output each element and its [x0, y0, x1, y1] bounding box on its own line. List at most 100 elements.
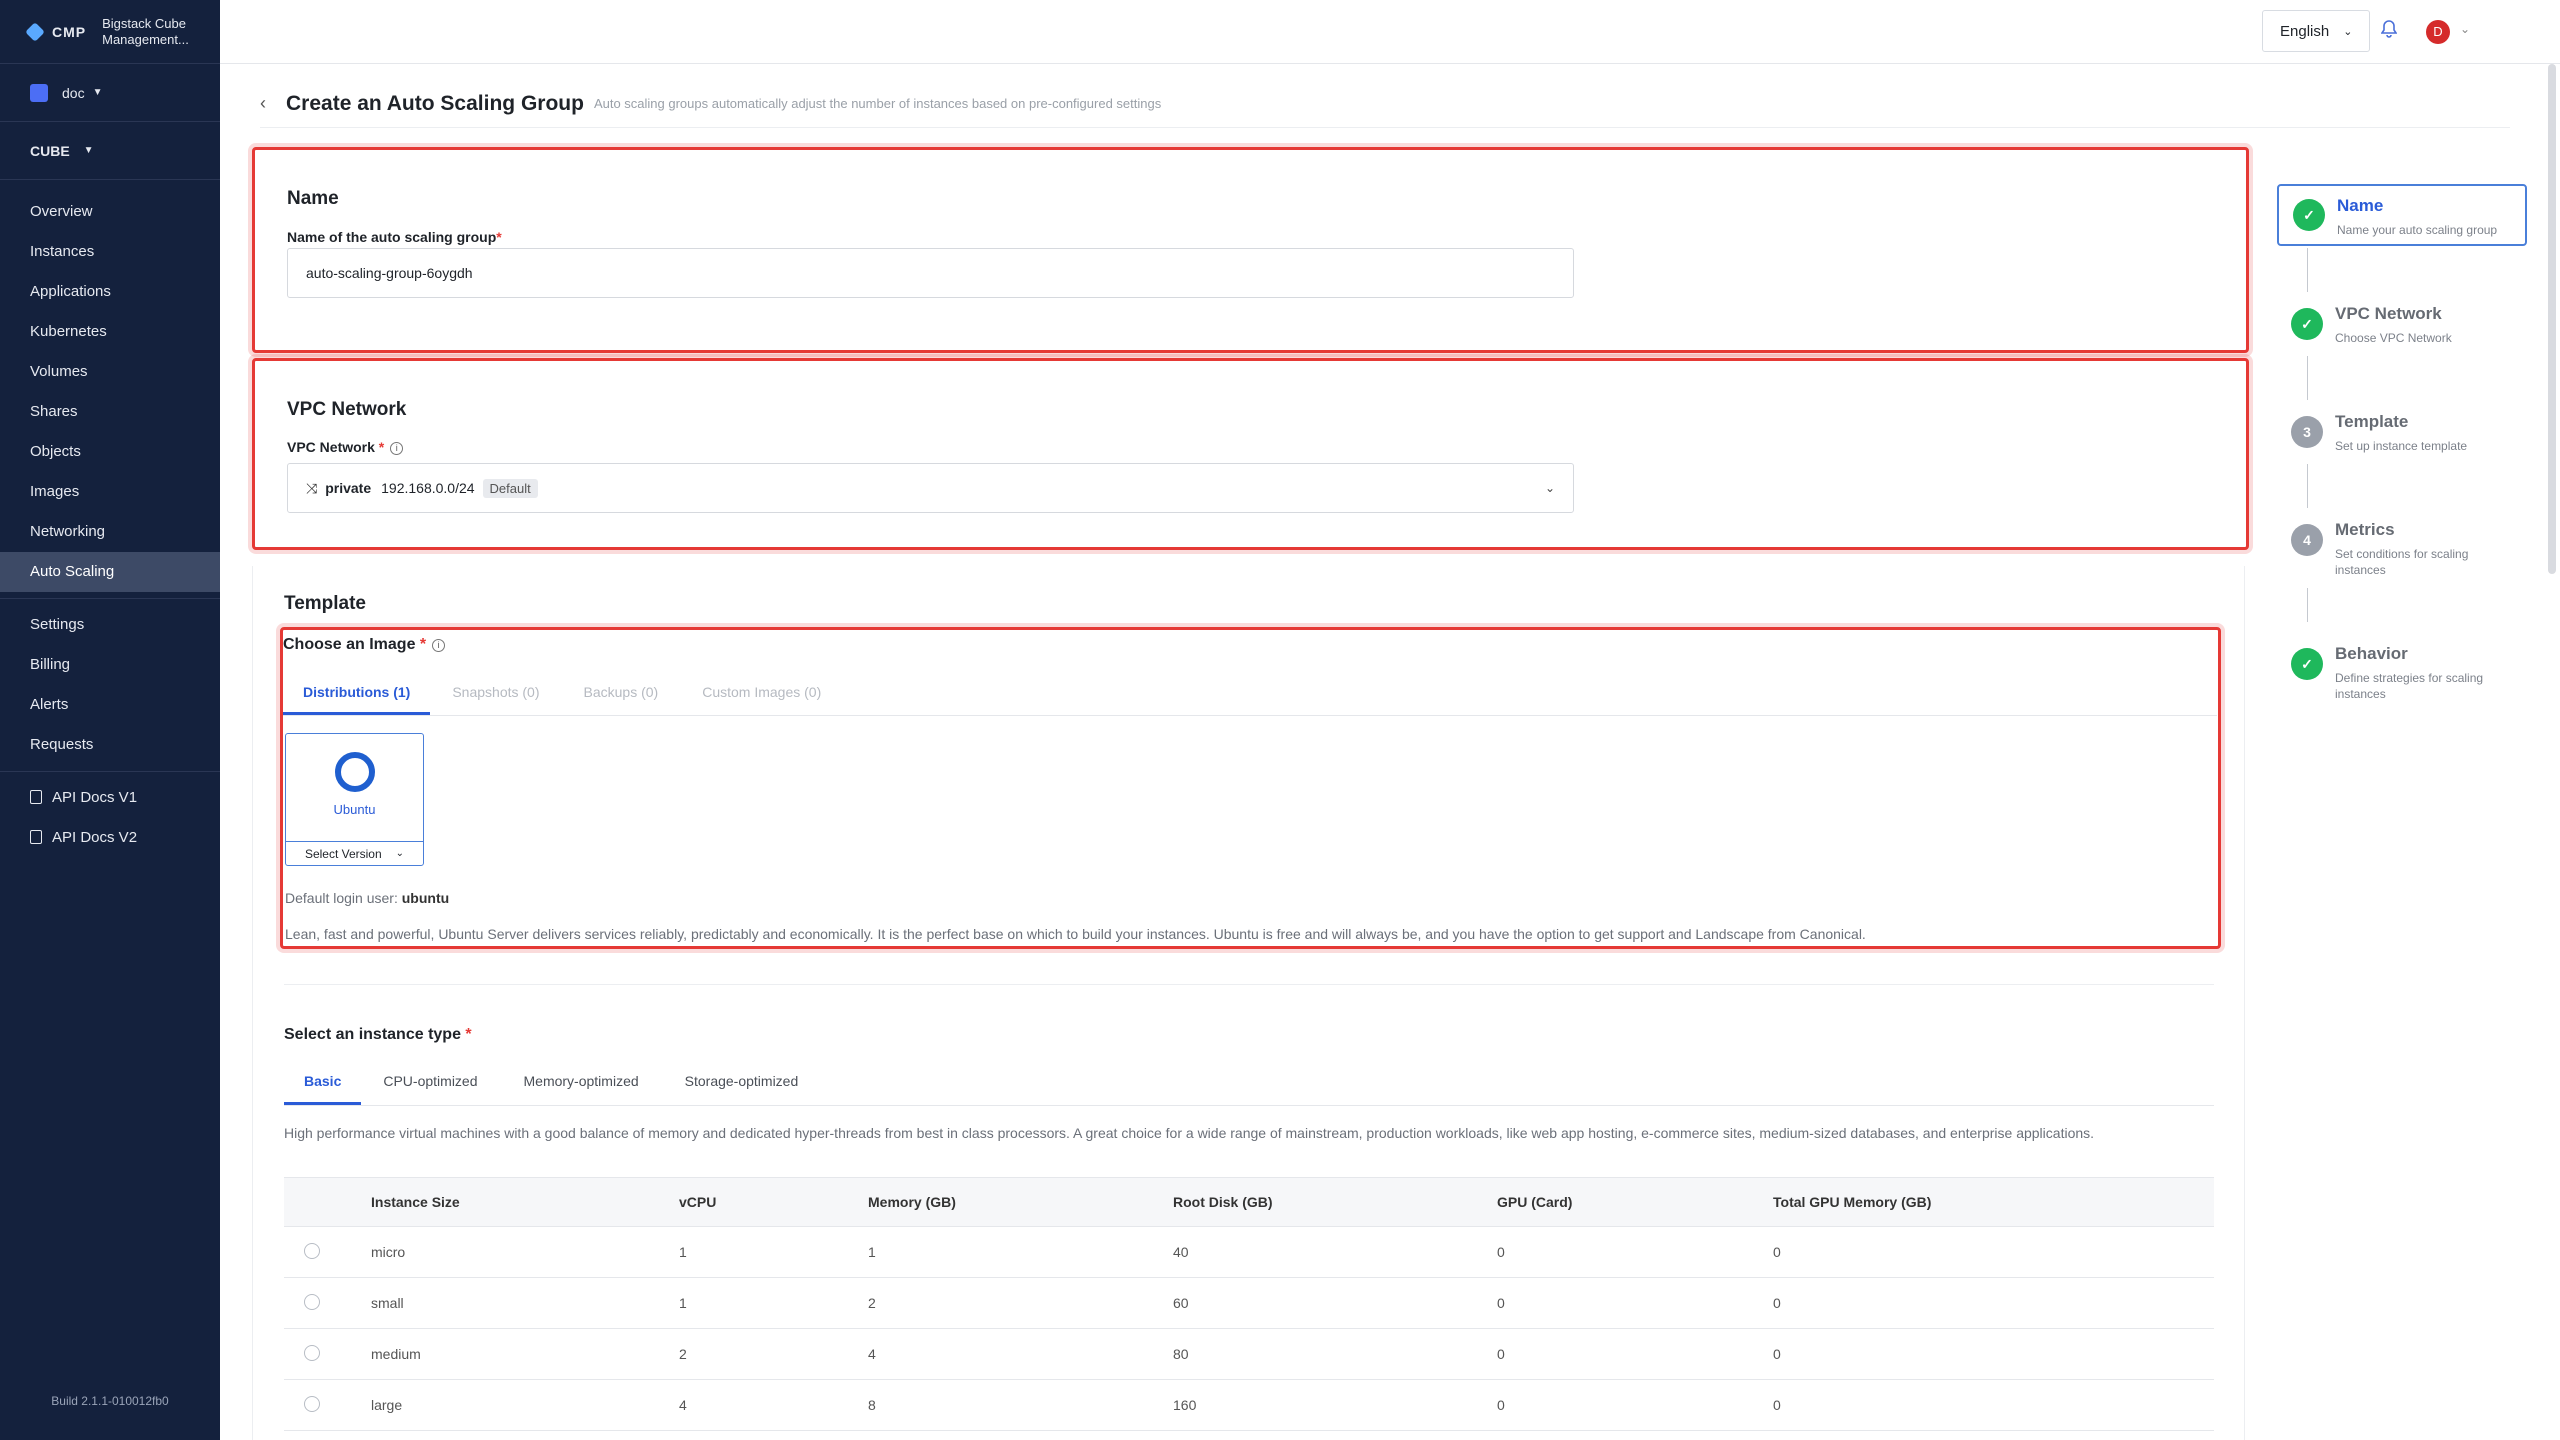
- distro-name: Ubuntu: [333, 802, 376, 817]
- distro-card-ubuntu[interactable]: Ubuntu Select Version ⌄: [285, 733, 424, 866]
- choose-image-section: Choose an Image * i Distributions (1) Sna…: [280, 627, 2221, 949]
- select-version-dropdown[interactable]: Select Version ⌄: [286, 841, 423, 865]
- chevron-down-icon: ⌄: [1544, 481, 1555, 495]
- sidebar-item-volumes[interactable]: Volumes: [0, 352, 220, 392]
- table-row[interactable]: medium 2 4 80 0 0: [284, 1328, 2214, 1380]
- instance-type-tabs: Basic CPU-optimized Memory-optimized Sto…: [284, 1073, 2214, 1106]
- sidebar: CMP Bigstack Cube Management... doc ▼ CU…: [0, 0, 220, 1440]
- instance-type-description: High performance virtual machines with a…: [284, 1125, 2095, 1141]
- tab-distributions[interactable]: Distributions (1): [283, 684, 431, 715]
- chevron-down-icon[interactable]: ⌄: [2460, 22, 2470, 36]
- table-cell: 0: [1497, 1328, 1773, 1380]
- step-vpc-network[interactable]: ✓ VPC Network Choose VPC Network: [2277, 292, 2527, 400]
- sidebar-item-kubernetes[interactable]: Kubernetes: [0, 312, 220, 352]
- login-user: ubuntu: [401, 890, 450, 906]
- step-number: 4: [2291, 524, 2323, 556]
- table-cell-radio: [284, 1226, 371, 1278]
- table-header-row: Instance Size vCPU Memory (GB) Root Disk…: [284, 1177, 2214, 1227]
- vpc-network-select[interactable]: ⤨ private 192.168.0.0/24 Default ⌄: [287, 463, 1574, 513]
- region-selector[interactable]: CUBE ▼: [0, 122, 220, 180]
- tab-storage-optimized[interactable]: Storage-optimized: [685, 1073, 799, 1105]
- caret-down-icon: ▼: [83, 145, 94, 156]
- table-cell-radio: [284, 1328, 371, 1380]
- sidebar-item-auto-scaling[interactable]: Auto Scaling: [0, 552, 220, 592]
- tab-backups[interactable]: Backups (0): [584, 684, 659, 715]
- tab-basic[interactable]: Basic: [284, 1073, 362, 1105]
- vpc-network-section: VPC Network VPC Network * i ⤨ private 192…: [252, 358, 2249, 550]
- build-version: Build 2.1.1-010012fb0: [51, 1394, 169, 1408]
- step-subtitle: Choose VPC Network: [2335, 331, 2452, 345]
- sidebar-nav: Overview Instances Applications Kubernet…: [0, 180, 220, 592]
- sidebar-item-shares[interactable]: Shares: [0, 392, 220, 432]
- table-cell: 2: [868, 1277, 1173, 1329]
- step-name[interactable]: ✓ Name Name your auto scaling group: [2277, 184, 2527, 246]
- radio-button[interactable]: [304, 1293, 320, 1310]
- table-cell: 1: [679, 1277, 868, 1329]
- step-subtitle: Set conditions for scaling instances: [2335, 547, 2469, 577]
- region-name: CUBE: [30, 142, 70, 159]
- table-cell-radio: [284, 1277, 371, 1329]
- page-title: Create an Auto Scaling Group: [286, 91, 584, 115]
- info-icon[interactable]: i: [432, 639, 446, 652]
- table-header-vcpu: vCPU: [679, 1177, 868, 1227]
- sidebar-item-instances[interactable]: Instances: [0, 232, 220, 272]
- radio-button[interactable]: [304, 1344, 320, 1361]
- group-name-input[interactable]: [287, 248, 1574, 298]
- field-label-name: Name of the auto scaling group*: [287, 229, 502, 245]
- scrollbar[interactable]: [2548, 64, 2556, 574]
- brand[interactable]: CMP Bigstack Cube Management...: [0, 0, 220, 64]
- tab-snapshots[interactable]: Snapshots (0): [452, 684, 539, 715]
- bell-icon[interactable]: [2380, 20, 2399, 42]
- sidebar-item-api-docs-v1[interactable]: API Docs V1: [0, 778, 220, 818]
- sidebar-item-overview[interactable]: Overview: [0, 192, 220, 232]
- table-row[interactable]: micro 1 1 40 0 0: [284, 1226, 2214, 1278]
- table-row[interactable]: large 4 8 160 0 0: [284, 1379, 2214, 1431]
- tab-custom-images[interactable]: Custom Images (0): [702, 684, 821, 715]
- table-cell: 1: [868, 1226, 1173, 1278]
- brand-product-name: Bigstack Cube Management...: [102, 15, 189, 47]
- tab-memory-optimized[interactable]: Memory-optimized: [524, 1073, 639, 1105]
- instance-size-table: Instance Size vCPU Memory (GB) Root Disk…: [284, 1177, 2214, 1431]
- sidebar-item-alerts[interactable]: Alerts: [0, 685, 220, 725]
- sidebar-item-billing[interactable]: Billing: [0, 645, 220, 685]
- back-arrow-icon[interactable]: ‹: [260, 93, 266, 114]
- document-icon: [30, 830, 42, 844]
- sidebar-nav-docs: API Docs V1 API Docs V2: [0, 778, 220, 858]
- table-cell: micro: [371, 1226, 679, 1278]
- table-cell: 8: [868, 1379, 1173, 1431]
- sidebar-item-objects[interactable]: Objects: [0, 432, 220, 472]
- instance-type-label: Select an instance type *: [284, 1026, 472, 1044]
- step-subtitle: Set up instance template: [2335, 439, 2468, 453]
- table-cell: 0: [1773, 1328, 2214, 1380]
- choose-image-label: Choose an Image * i: [283, 636, 446, 654]
- brand-logo-text: CMP: [52, 23, 87, 40]
- image-description: Lean, fast and powerful, Ubuntu Server d…: [285, 926, 1866, 942]
- field-label-text: VPC Network: [287, 439, 375, 455]
- sidebar-item-images[interactable]: Images: [0, 472, 220, 512]
- step-metrics[interactable]: 4 Metrics Set conditions for scaling ins…: [2277, 508, 2527, 632]
- radio-button[interactable]: [304, 1242, 320, 1259]
- default-badge: Default: [482, 478, 538, 498]
- sidebar-item-api-docs-v2[interactable]: API Docs V2: [0, 818, 220, 858]
- step-behavior[interactable]: ✓ Behavior Define strategies for scaling…: [2277, 632, 2527, 740]
- section-title-template: Template: [284, 593, 367, 614]
- table-header-select: [284, 1177, 371, 1227]
- sidebar-item-applications[interactable]: Applications: [0, 272, 220, 312]
- avatar[interactable]: D: [2426, 20, 2450, 44]
- radio-button[interactable]: [304, 1395, 320, 1412]
- info-icon[interactable]: i: [390, 442, 404, 455]
- sidebar-item-settings[interactable]: Settings: [0, 605, 220, 645]
- project-selector[interactable]: doc ▼: [0, 64, 220, 122]
- wizard-steps: ✓ Name Name your auto scaling group ✓ VP…: [2277, 184, 2527, 740]
- table-row[interactable]: small 1 2 60 0 0: [284, 1277, 2214, 1329]
- section-divider: [284, 984, 2214, 985]
- language-selector[interactable]: English ⌄: [2262, 10, 2370, 52]
- chevron-down-icon: ⌄: [2343, 25, 2353, 38]
- top-bar: [220, 0, 2560, 64]
- step-connector: [2307, 356, 2308, 400]
- tab-cpu-optimized[interactable]: CPU-optimized: [383, 1073, 477, 1105]
- table-cell: 0: [1497, 1226, 1773, 1278]
- sidebar-item-requests[interactable]: Requests: [0, 725, 220, 765]
- step-template[interactable]: 3 Template Set up instance template: [2277, 400, 2527, 508]
- sidebar-item-networking[interactable]: Networking: [0, 512, 220, 552]
